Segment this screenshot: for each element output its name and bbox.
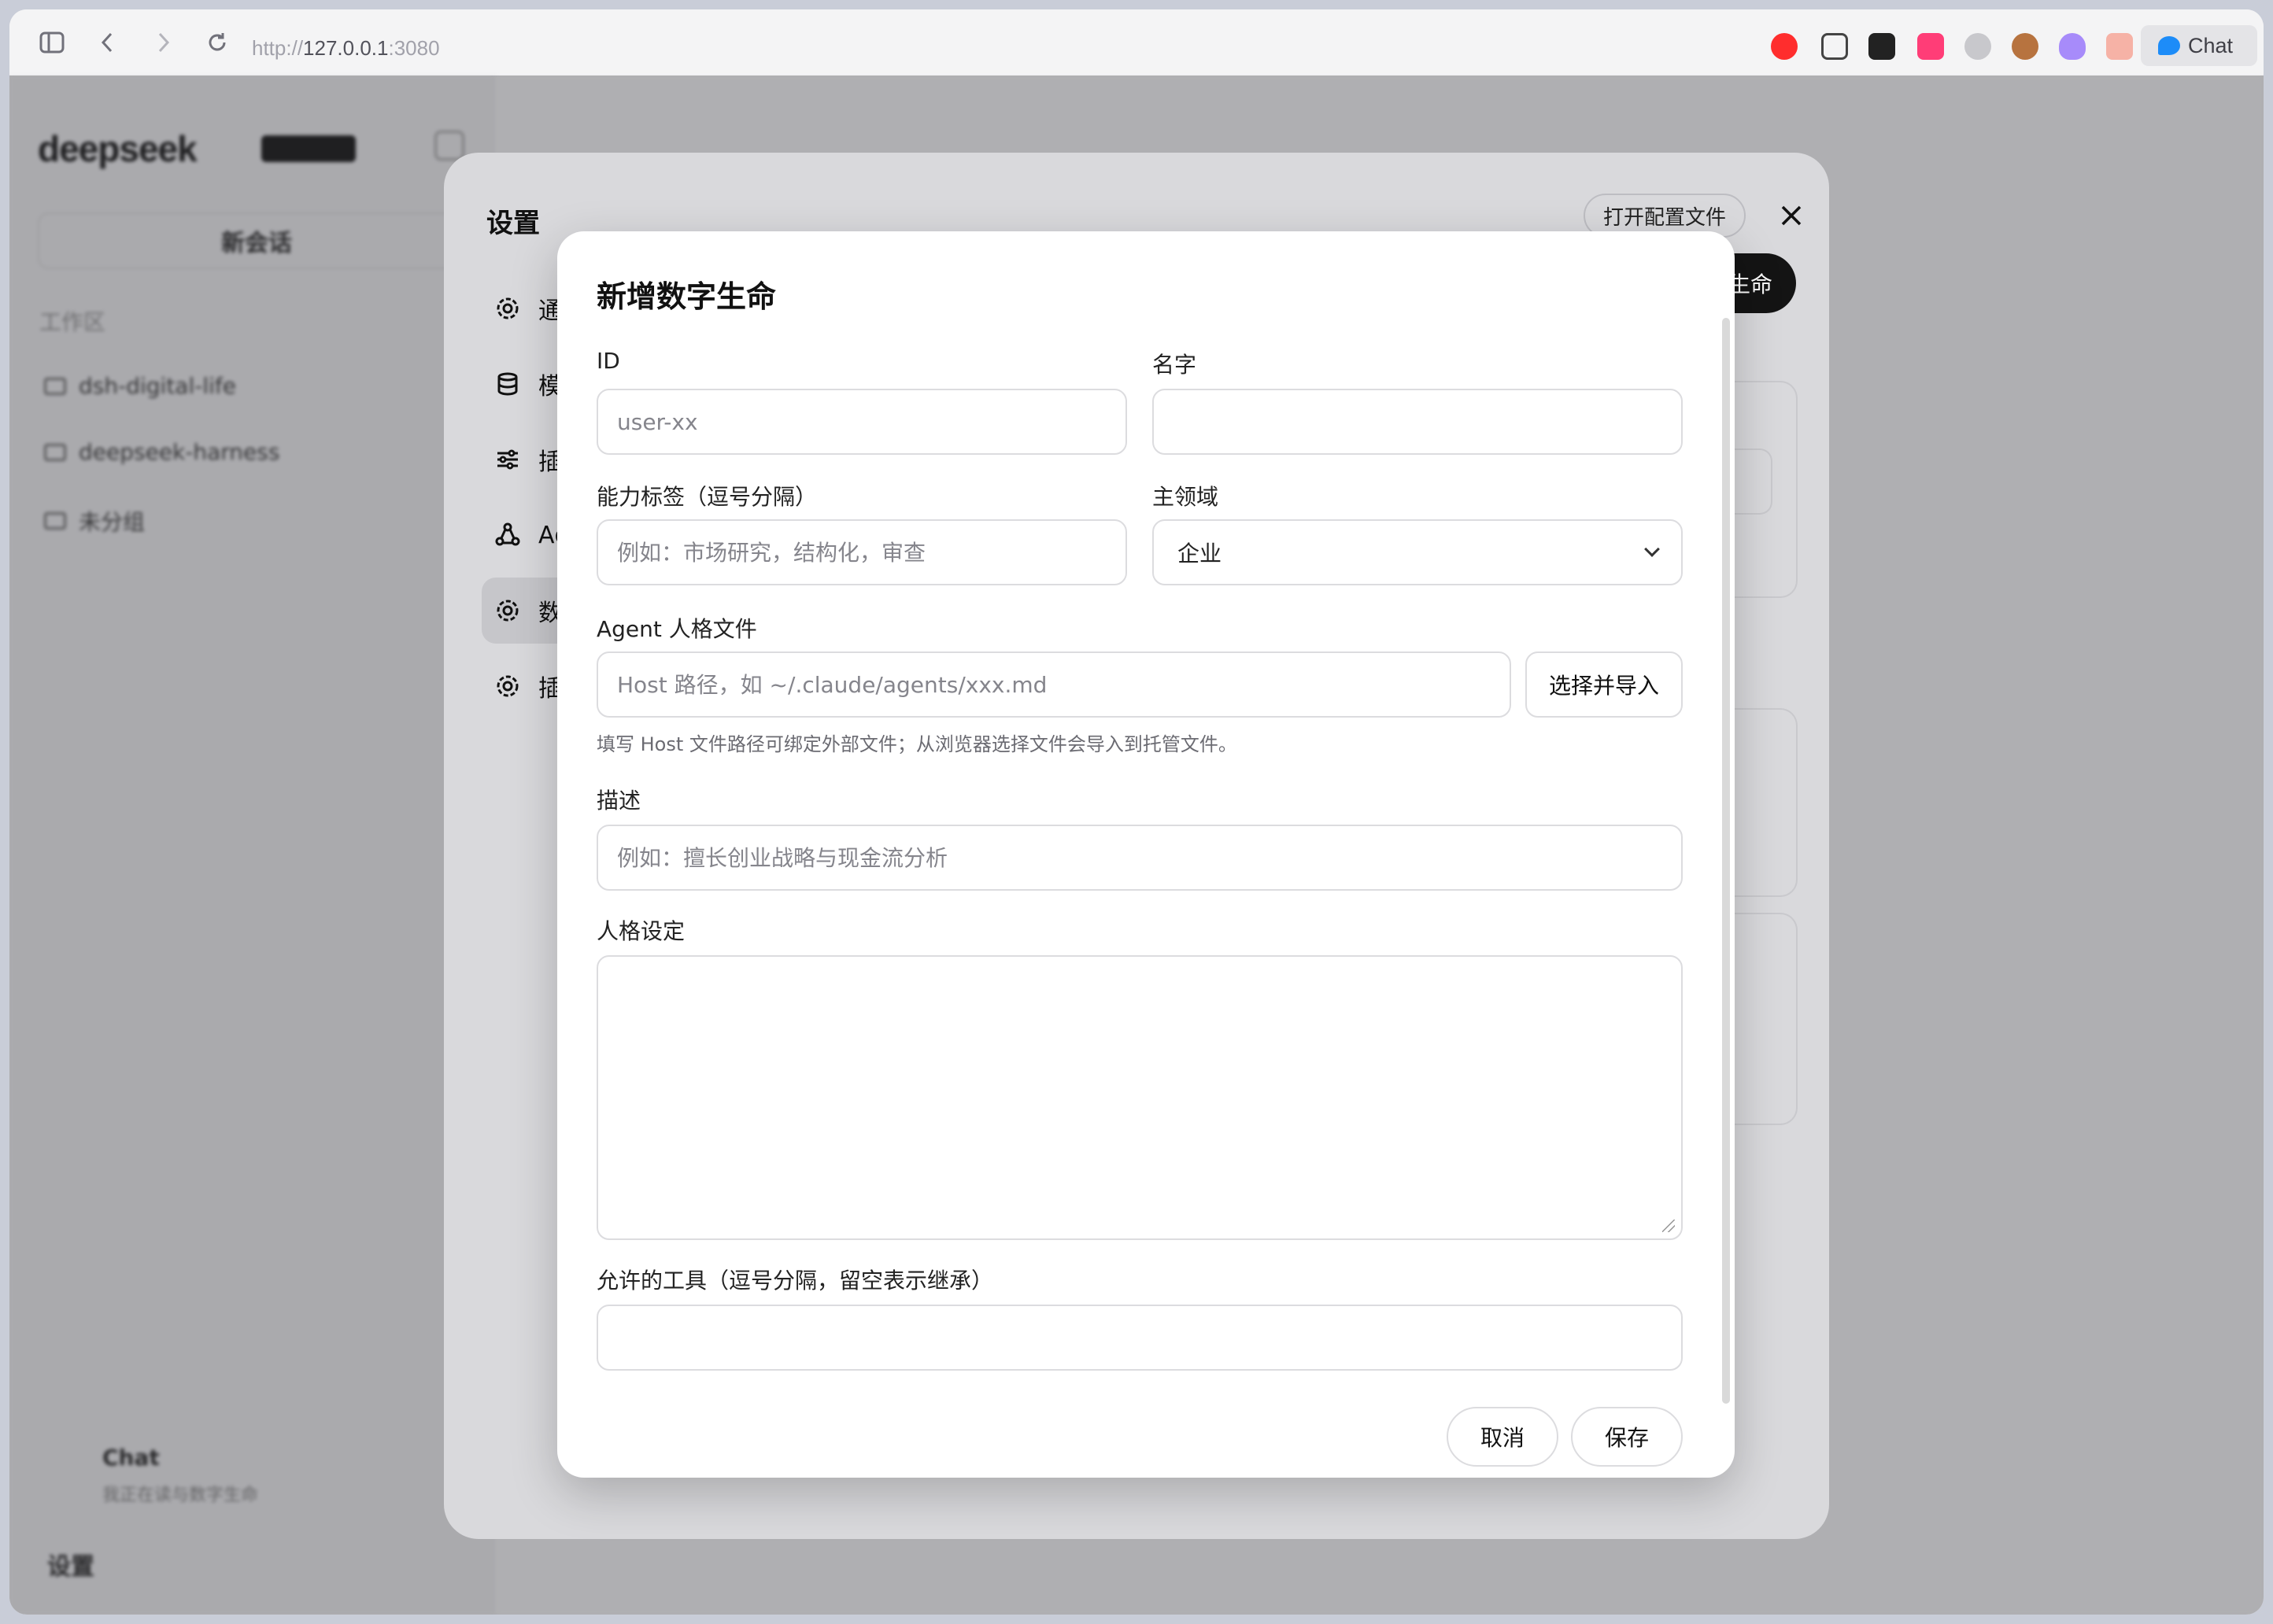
extension-youtube-icon[interactable]: [1771, 33, 1798, 60]
forward-icon[interactable]: [148, 27, 179, 58]
extension-circle-icon[interactable]: [1964, 33, 1991, 60]
id-label: ID: [597, 348, 620, 374]
description-input[interactable]: [597, 825, 1683, 891]
address-bar[interactable]: http://127.0.0.1:3080: [252, 36, 440, 61]
extension-h-icon[interactable]: [1821, 33, 1848, 60]
name-input[interactable]: [1152, 389, 1683, 455]
allowed-tools-label: 允许的工具（逗号分隔，留空表示继承）: [597, 1268, 994, 1294]
extension-record-icon[interactable]: [1868, 33, 1895, 60]
agent-icon: [493, 520, 523, 550]
close-icon[interactable]: [1772, 197, 1810, 234]
gear-icon: [493, 671, 523, 701]
extension-translate-icon[interactable]: [1917, 33, 1944, 60]
modal-scrollbar[interactable]: [1722, 318, 1730, 1404]
extension-flower-icon[interactable]: [2106, 33, 2133, 60]
persona-file-label: Agent 人格文件: [597, 616, 757, 642]
gear-icon: [493, 596, 523, 626]
tags-input[interactable]: [597, 519, 1127, 585]
save-button[interactable]: 保存: [1571, 1407, 1683, 1467]
new-digital-life-modal: 新增数字生命 ID 名字 能力标签（逗号分隔） 主领域 企业 Agent 人格文…: [557, 231, 1735, 1478]
domain-selected-value: 企业: [1177, 541, 1222, 567]
select-and-import-button[interactable]: 选择并导入: [1525, 651, 1683, 718]
id-input[interactable]: [597, 389, 1127, 455]
tags-label: 能力标签（逗号分隔）: [597, 484, 818, 510]
chevron-down-icon: [1644, 541, 1660, 557]
name-label: 名字: [1152, 352, 1197, 378]
description-label: 描述: [597, 788, 641, 814]
persona-setting-label: 人格设定: [597, 918, 686, 944]
back-icon[interactable]: [91, 27, 123, 58]
gear-icon: [493, 293, 523, 323]
chat-label: Chat: [2188, 33, 2234, 57]
persona-file-hint: 填写 Host 文件路径可绑定外部文件；从浏览器选择文件会导入到托管文件。: [597, 733, 1237, 755]
database-icon: [493, 369, 523, 399]
modal-title: 新增数字生命: [597, 279, 777, 314]
cancel-button[interactable]: 取消: [1447, 1407, 1558, 1467]
allowed-tools-input[interactable]: [597, 1305, 1683, 1371]
chat-extension-button[interactable]: Chat: [2141, 25, 2257, 66]
browser-toolbar: http://127.0.0.1:3080 Chat: [9, 9, 2264, 76]
domain-label: 主领域: [1152, 484, 1219, 510]
persona-setting-textarea[interactable]: [597, 955, 1683, 1240]
chat-bubble-icon: [2158, 36, 2180, 55]
browser-window: http://127.0.0.1:3080 Chat deepseek 新会话 …: [9, 9, 2264, 1615]
reload-icon[interactable]: [201, 27, 233, 58]
extension-cookie-icon[interactable]: [2012, 33, 2038, 60]
resize-handle-icon[interactable]: [1662, 1220, 1675, 1232]
persona-file-path-input[interactable]: [597, 651, 1511, 718]
settings-title: 设置: [486, 208, 540, 239]
domain-select[interactable]: 企业: [1152, 519, 1683, 585]
extension-ghost-icon[interactable]: [2059, 33, 2086, 60]
sidebar-toggle-icon[interactable]: [36, 27, 68, 58]
sliders-icon: [493, 445, 523, 474]
